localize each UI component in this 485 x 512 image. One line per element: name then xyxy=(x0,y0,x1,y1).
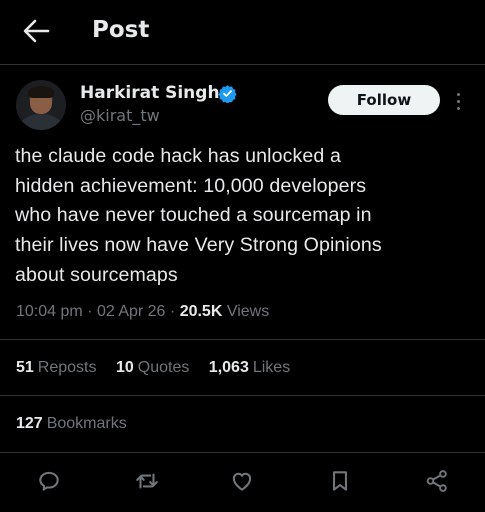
divider xyxy=(0,64,485,65)
likes-stat[interactable]: 1,063 Likes xyxy=(209,356,290,380)
post-stats: 51 Reposts 10 Quotes 1,063 Likes xyxy=(16,356,305,380)
page-title: Post xyxy=(92,17,150,43)
action-bar xyxy=(0,466,485,498)
views-label: Views xyxy=(226,303,270,320)
separator-dot: · xyxy=(169,303,180,320)
author-handle[interactable]: @kirat_tw xyxy=(80,106,160,126)
reposts-label: Reposts xyxy=(37,359,97,376)
quotes-label: Quotes xyxy=(137,359,190,376)
post-time[interactable]: 10:04 pm xyxy=(16,303,83,320)
divider xyxy=(0,339,485,340)
arrow-left-icon[interactable] xyxy=(22,18,50,44)
bookmark-icon[interactable] xyxy=(327,468,353,494)
quotes-count: 10 xyxy=(115,359,134,376)
views-count: 20.5K xyxy=(179,303,223,320)
reposts-count: 51 xyxy=(16,359,34,376)
bookmarks-stat[interactable]: 127 Bookmarks xyxy=(16,412,127,436)
reposts-stat[interactable]: 51 Reposts xyxy=(16,356,97,380)
top-bar: Post xyxy=(0,0,485,64)
like-icon[interactable] xyxy=(229,468,255,494)
divider xyxy=(0,395,485,396)
quotes-stat[interactable]: 10 Quotes xyxy=(116,356,189,380)
reply-icon[interactable] xyxy=(36,468,62,494)
avatar[interactable] xyxy=(16,80,66,130)
verified-badge-icon xyxy=(218,84,237,104)
more-options-icon[interactable] xyxy=(451,90,467,112)
bookmarks-label: Bookmarks xyxy=(46,415,127,432)
share-icon[interactable] xyxy=(424,468,450,494)
follow-button[interactable]: Follow xyxy=(328,85,440,115)
author-name[interactable]: Harkirat Singh xyxy=(80,82,220,104)
divider xyxy=(0,452,485,453)
post-text: the claude code hack has unlocked a hidd… xyxy=(15,145,382,286)
likes-label: Likes xyxy=(252,359,291,376)
post-metadata: 10:04 pm · 02 Apr 26 · 20.5K Views xyxy=(16,300,269,324)
bookmarks-count: 127 xyxy=(16,415,43,432)
repost-icon[interactable] xyxy=(134,468,160,494)
separator-dot: · xyxy=(87,303,97,320)
likes-count: 1,063 xyxy=(208,359,249,376)
post-date[interactable]: 02 Apr 26 xyxy=(97,303,166,320)
